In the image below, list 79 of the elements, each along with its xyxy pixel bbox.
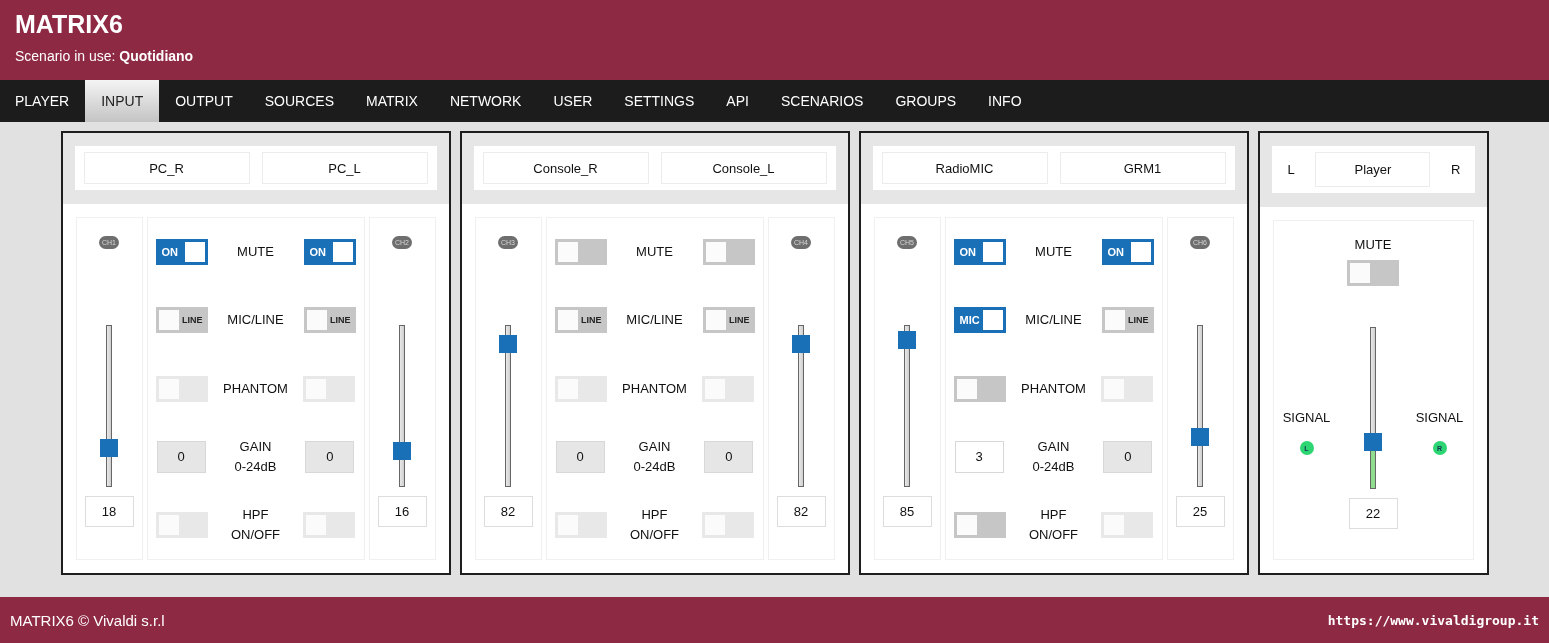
control-label: PHANTOM [622,379,687,398]
toggle-switch[interactable] [554,239,607,266]
control-label: ON/OFF [629,525,680,544]
volume-value-field[interactable]: 82 [483,496,533,527]
gain-field[interactable]: 3 [954,440,1004,473]
toggle-switch[interactable]: LINE [155,307,208,334]
channel-name-field[interactable]: Console_L [660,152,827,184]
nav-tab[interactable]: INPUT [85,80,160,122]
toggle-switch[interactable]: LINE [702,307,755,334]
scenario-text: Scenario in use: Quotidiano [15,48,195,64]
control-label: PHANTOM [223,379,288,398]
website-link[interactable]: https://www.vivaldigroup.it [1327,612,1539,628]
nav-tab[interactable]: MATRIX [350,80,434,122]
control-label: GAIN [638,437,671,456]
control-label: ON/OFF [1028,525,1079,544]
nav-tab[interactable]: SOURCES [248,80,350,122]
control-label: HPF [641,505,668,524]
signal-label: SIGNAL [1282,410,1331,425]
copyright-text: MATRIX6 © Vivaldi s.r.l [10,611,165,629]
volume-value-field[interactable]: 16 [377,496,427,527]
volume-value-field[interactable]: 18 [84,496,134,527]
slider-thumb[interactable] [393,442,411,461]
nav-tab[interactable]: NETWORK [433,80,538,122]
slider-thumb[interactable] [100,439,118,458]
volume-value-field[interactable]: 25 [1175,496,1225,527]
channel-name-field[interactable]: RadioMIC [881,152,1048,184]
toggle-switch[interactable]: LINE [1101,307,1154,334]
control-label: 0-24dB [234,457,277,476]
toggle-switch[interactable] [953,375,1006,402]
control-label: 0-24dB [1032,457,1075,476]
toggle-switch[interactable]: ON [953,239,1006,266]
control-label: 0-24dB [633,457,676,476]
toggle-switch[interactable]: LINE [303,307,356,334]
toggle-switch[interactable]: MIC [953,307,1006,334]
control-label: MIC/LINE [1025,311,1082,330]
slider-thumb[interactable] [898,330,916,349]
control-label: MUTE [1354,237,1392,252]
toggle-switch[interactable]: LINE [554,307,607,334]
toggle-switch[interactable] [953,511,1006,538]
control-label: MIC/LINE [227,311,284,330]
control-label: HPF [1040,505,1067,524]
nav-tab[interactable]: SETTINGS [608,80,711,122]
toggle-switch[interactable] [1347,260,1399,286]
control-label: MUTE [1035,243,1072,262]
control-label: GAIN [1037,437,1070,456]
channel-name-field[interactable]: Console_R [482,152,649,184]
toggle-switch[interactable]: ON [303,239,356,266]
channel-name-field[interactable]: PC_R [83,152,250,184]
toggle-switch[interactable]: ON [1101,239,1154,266]
nav-tab[interactable]: INFO [972,80,1038,122]
volume-value-field[interactable]: 85 [882,496,932,527]
channel-name-field[interactable]: GRM1 [1059,152,1226,184]
toggle-switch[interactable] [702,239,755,266]
channel-side-label: R [1451,162,1461,177]
toggle-switch[interactable]: ON [155,239,208,266]
control-label: GAIN [239,437,272,456]
volume-value-field[interactable]: 22 [1348,498,1398,529]
nav-tab[interactable]: OUTPUT [159,80,249,122]
nav-tab[interactable]: USER [537,80,609,122]
channel-side-label: L [1287,162,1295,177]
control-label: MUTE [636,243,673,262]
slider-thumb[interactable] [1364,433,1382,452]
nav-tab[interactable]: SCENARIOS [764,80,880,122]
channel-name-field[interactable]: Player [1315,152,1431,187]
control-label: PHANTOM [1021,379,1086,398]
nav-tab[interactable]: PLAYER [0,80,86,122]
volume-value-field[interactable]: 82 [776,496,826,527]
control-label: MUTE [237,243,274,262]
control-label: ON/OFF [230,525,281,544]
slider-thumb[interactable] [499,335,517,354]
signal-label: SIGNAL [1415,410,1464,425]
control-label: HPF [242,505,269,524]
channel-name-field[interactable]: PC_L [261,152,428,184]
control-label: MIC/LINE [626,311,683,330]
slider-thumb[interactable] [1191,427,1209,446]
nav-tab[interactable]: GROUPS [879,80,973,122]
nav-tab[interactable]: API [710,80,765,122]
app-title: MATRIX6 [15,9,124,40]
slider-thumb[interactable] [792,335,810,354]
